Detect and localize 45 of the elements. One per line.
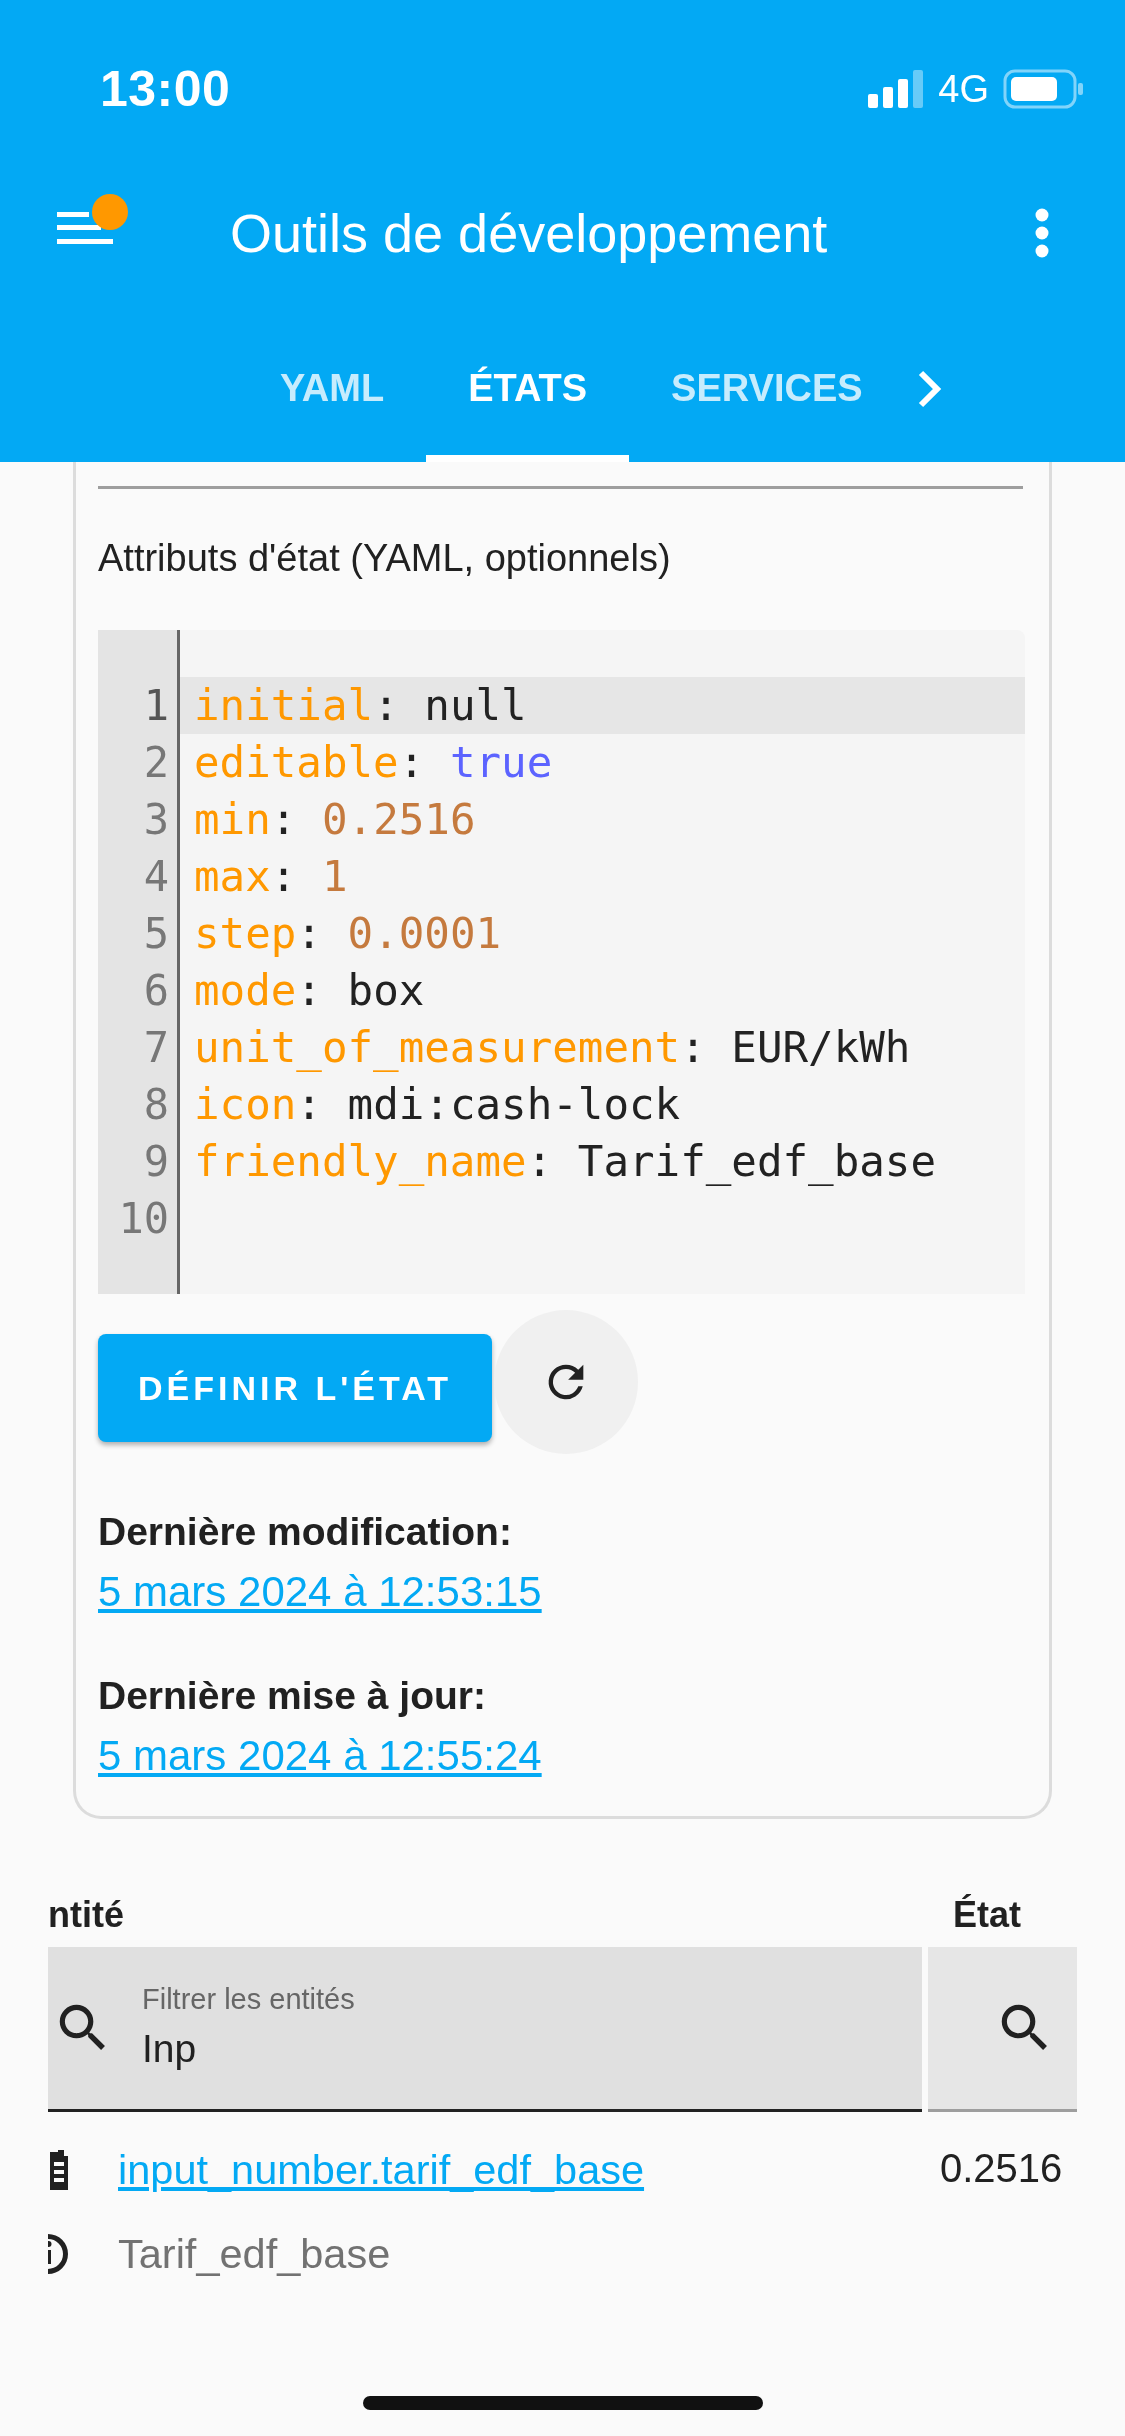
- line-number: 9: [142, 1136, 170, 1188]
- tab[interactable]: YAML: [238, 315, 427, 462]
- line-number: 3: [142, 794, 170, 846]
- code-line: editable: true: [193, 737, 554, 789]
- menu-icon[interactable]: [57, 210, 113, 246]
- state-value: 0.2516: [939, 2145, 1064, 2192]
- line-number: 4: [142, 851, 170, 903]
- yaml-editor[interactable]: 1 2 3 4 5 6 7 8 9 10 initial: null editable: true min: 0.2516 max: 1 step: 0.0001 mode: box unit_of_measurement: EUR/kWh icon: mdi:cash-lock friendly_name: Tarif_edf_base: [98, 630, 1025, 1294]
- column-header: État: [952, 1893, 1022, 1937]
- date-link[interactable]: 5 mars 2024 à 12:53:15: [98, 1568, 542, 1616]
- more-options-icon[interactable]: [1034, 207, 1050, 258]
- page-title: Outils de développement: [230, 201, 829, 264]
- chevron-right-icon[interactable]: [916, 368, 943, 409]
- line-number: 2: [142, 737, 170, 789]
- friendly-name: Tarif_edf_base: [118, 2230, 391, 2278]
- line-number: 10: [117, 1193, 170, 1245]
- battery-icon: [1003, 69, 1085, 109]
- field-label: Attributs d'état (YAML, optionnels): [98, 537, 672, 580]
- line-number: 5: [142, 908, 170, 960]
- code-line: unit_of_measurement: EUR/kWh: [193, 1022, 912, 1074]
- line-number: 6: [142, 965, 170, 1017]
- clock-time: 13:00: [100, 60, 232, 118]
- filter-field[interactable]: Filtrer les entités Inp: [48, 1947, 922, 2112]
- entity-link[interactable]: input_number.tarif_edf_base: [118, 2146, 645, 2194]
- code-line: step: 0.0001: [193, 908, 503, 960]
- tab[interactable]: SERVICES: [629, 315, 905, 462]
- signal-icon: [868, 70, 925, 108]
- code-line: max: 1: [193, 851, 349, 903]
- column-header: ntité: [48, 1893, 125, 1937]
- info-icon: [48, 2232, 70, 2276]
- code-line: icon: mdi:cash-lock: [193, 1079, 682, 1131]
- clipboard-icon: [48, 2148, 70, 2192]
- notification-dot: [92, 194, 128, 230]
- network-type: 4G: [938, 67, 989, 111]
- code-line: mode: box: [193, 965, 426, 1017]
- set-state-button[interactable]: DÉFINIR L'ÉTAT: [98, 1334, 492, 1442]
- date-label: Dernière mise à jour:: [98, 1674, 487, 1718]
- code-line: min: 0.2516: [193, 794, 477, 846]
- line-number: 7: [142, 1022, 170, 1074]
- line-number: 1: [142, 680, 170, 732]
- line-number: 8: [142, 1079, 170, 1131]
- date-link[interactable]: 5 mars 2024 à 12:55:24: [98, 1732, 542, 1780]
- filter-field[interactable]: [928, 1947, 1077, 2112]
- code-line: friendly_name: Tarif_edf_base: [193, 1136, 938, 1188]
- date-label: Dernière modification:: [98, 1510, 513, 1554]
